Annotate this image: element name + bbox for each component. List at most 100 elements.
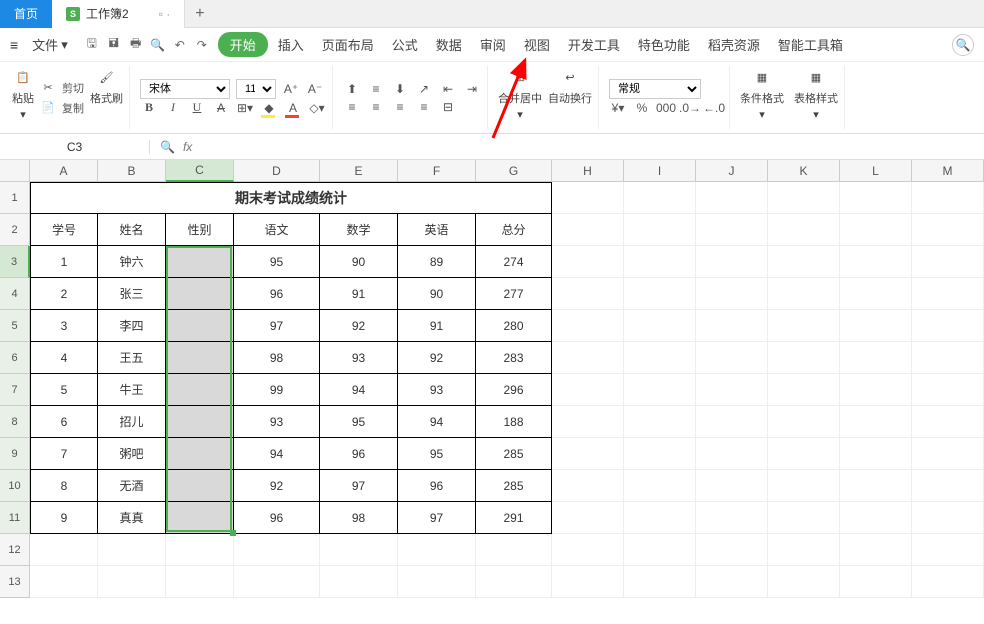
cell[interactable]: 285 (476, 438, 552, 470)
cell[interactable] (166, 534, 234, 566)
cell[interactable] (840, 182, 912, 214)
col-header-G[interactable]: G (476, 160, 552, 182)
cancel-formula-icon[interactable]: 🔍 (160, 140, 175, 154)
cell[interactable]: 93 (234, 406, 320, 438)
font-size-select[interactable]: 11 (236, 79, 276, 99)
cell[interactable] (624, 374, 696, 406)
cell[interactable] (696, 278, 768, 310)
cell[interactable] (552, 502, 624, 534)
cell[interactable]: 94 (320, 374, 398, 406)
cell[interactable]: 90 (320, 246, 398, 278)
selection-handle[interactable] (230, 530, 236, 536)
cell[interactable]: 89 (398, 246, 476, 278)
wrap-text-button[interactable]: ↩ 自动换行 (548, 66, 592, 129)
clear-format-button[interactable]: ◇▾ (308, 99, 326, 117)
cell[interactable] (624, 310, 696, 342)
cell[interactable] (768, 342, 840, 374)
cell[interactable]: 96 (398, 470, 476, 502)
cell[interactable] (30, 566, 98, 598)
dec-dec-button[interactable]: ←.0 (705, 99, 723, 117)
row-header-4[interactable]: 4 (0, 278, 30, 310)
tab-options-icon[interactable]: ▫ · (159, 7, 171, 21)
cell[interactable] (768, 278, 840, 310)
cell[interactable] (840, 342, 912, 374)
copy-button[interactable]: 📄复制 (40, 100, 84, 116)
cell[interactable]: 96 (234, 502, 320, 534)
cell[interactable] (912, 246, 984, 278)
cell[interactable] (552, 438, 624, 470)
add-tab-button[interactable]: + (185, 5, 214, 23)
cell[interactable]: 张三 (98, 278, 166, 310)
cell[interactable] (320, 566, 398, 598)
cell[interactable] (912, 182, 984, 214)
col-header-B[interactable]: B (98, 160, 166, 182)
cond-fmt-button[interactable]: ▦ 条件格式▾ (740, 66, 784, 129)
distribute-button[interactable]: ⊟ (439, 98, 457, 116)
cell[interactable]: 96 (320, 438, 398, 470)
cell[interactable] (166, 310, 234, 342)
row-header-3[interactable]: 3 (0, 246, 30, 278)
cell[interactable] (696, 534, 768, 566)
menu-docer[interactable]: 稻壳资源 (700, 31, 768, 58)
row-header-9[interactable]: 9 (0, 438, 30, 470)
save-icon[interactable]: 🖫 (84, 37, 100, 53)
menu-smart[interactable]: 智能工具箱 (770, 31, 851, 58)
cell[interactable]: 291 (476, 502, 552, 534)
cell[interactable]: 98 (234, 342, 320, 374)
cell[interactable] (912, 374, 984, 406)
col-header-F[interactable]: F (398, 160, 476, 182)
row-header-11[interactable]: 11 (0, 502, 30, 534)
cell[interactable] (98, 534, 166, 566)
cell[interactable]: 95 (398, 438, 476, 470)
cell[interactable]: 姓名 (98, 214, 166, 246)
cell[interactable] (624, 566, 696, 598)
menu-insert[interactable]: 插入 (270, 31, 312, 58)
align-middle-button[interactable]: ≡ (367, 80, 385, 98)
menu-layout[interactable]: 页面布局 (314, 31, 382, 58)
cell[interactable] (476, 534, 552, 566)
cell[interactable] (552, 278, 624, 310)
align-bottom-button[interactable]: ⬇ (391, 80, 409, 98)
cell[interactable] (768, 438, 840, 470)
cell[interactable]: 招儿 (98, 406, 166, 438)
hamburger-icon[interactable]: ≡ (10, 37, 18, 53)
cell[interactable] (912, 502, 984, 534)
col-header-C[interactable]: C (166, 160, 234, 182)
row-header-5[interactable]: 5 (0, 310, 30, 342)
cell[interactable] (552, 182, 624, 214)
number-format-select[interactable]: 常规 (609, 79, 701, 99)
cell[interactable] (912, 470, 984, 502)
cell[interactable]: 93 (398, 374, 476, 406)
cell[interactable] (840, 438, 912, 470)
col-header-L[interactable]: L (840, 160, 912, 182)
col-header-J[interactable]: J (696, 160, 768, 182)
align-right-button[interactable]: ≡ (391, 98, 409, 116)
cell[interactable] (768, 566, 840, 598)
cell[interactable] (696, 342, 768, 374)
row-header-6[interactable]: 6 (0, 342, 30, 374)
cell[interactable]: 91 (398, 310, 476, 342)
cell[interactable]: 5 (30, 374, 98, 406)
cell[interactable] (552, 214, 624, 246)
cell[interactable] (912, 214, 984, 246)
format-painter-button[interactable]: 🖌 格式刷 (90, 66, 123, 129)
row-header-12[interactable]: 12 (0, 534, 30, 566)
cell[interactable]: 94 (398, 406, 476, 438)
spreadsheet-grid[interactable]: ABCDEFGHIJKLM 12345678910111213 期末考试成绩统计… (0, 160, 984, 624)
print-icon[interactable]: 🖶 (128, 37, 144, 53)
cell[interactable] (624, 278, 696, 310)
dec-inc-button[interactable]: .0→ (681, 99, 699, 117)
col-header-A[interactable]: A (30, 160, 98, 182)
indent-inc-button[interactable]: ⇥ (463, 80, 481, 98)
cell[interactable]: 数学 (320, 214, 398, 246)
cell[interactable] (768, 470, 840, 502)
justify-button[interactable]: ≡ (415, 98, 433, 116)
align-left-button[interactable]: ≡ (343, 98, 361, 116)
cell[interactable] (166, 342, 234, 374)
cell[interactable] (696, 406, 768, 438)
cell[interactable] (552, 342, 624, 374)
cell[interactable]: 期末考试成绩统计 (30, 182, 552, 214)
menu-file[interactable]: 文件▾ (24, 31, 76, 58)
row-header-1[interactable]: 1 (0, 182, 30, 214)
cell[interactable]: 280 (476, 310, 552, 342)
